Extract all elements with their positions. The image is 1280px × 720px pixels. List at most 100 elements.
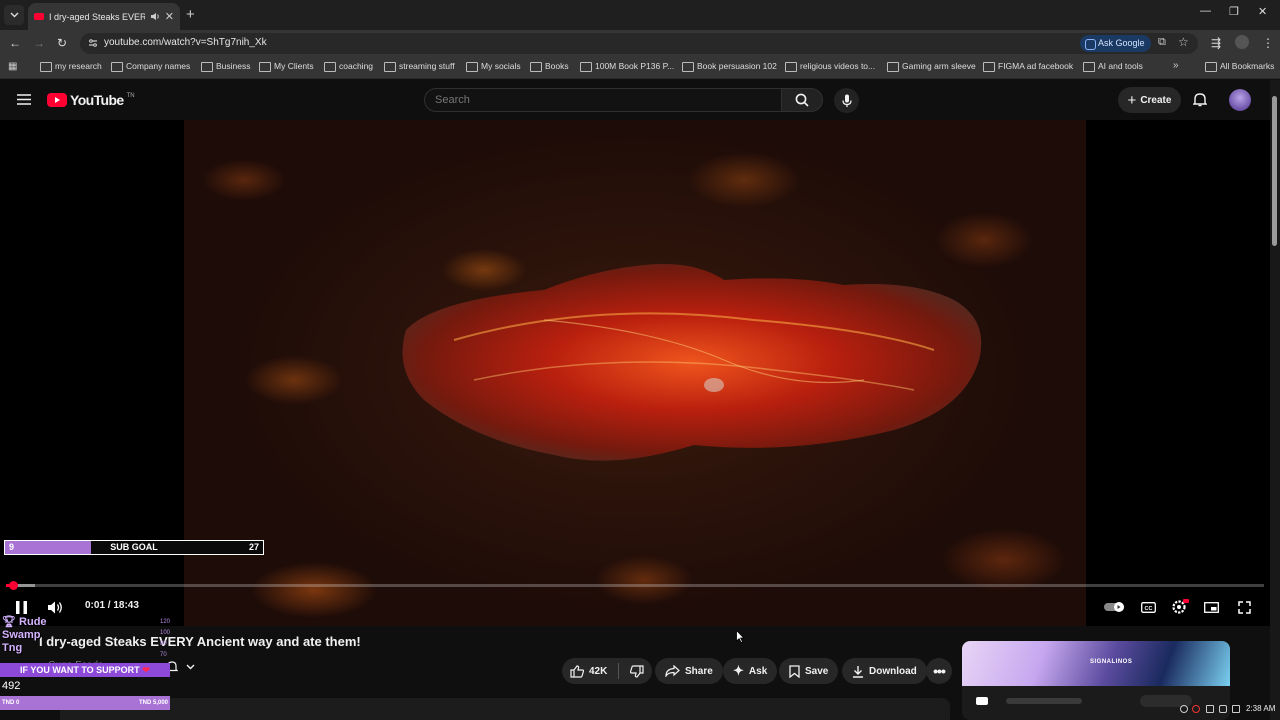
youtube-logo[interactable]: YouTube TN: [47, 92, 135, 108]
browser-toolbar: ← → ↻ youtube.com/watch?v=ShTg7nih_Xk As…: [0, 30, 1280, 56]
clock: 2:38 AM: [1246, 704, 1276, 713]
pause-button[interactable]: [12, 598, 30, 616]
close-window-icon[interactable]: ✕: [1258, 5, 1267, 18]
bookmark-item[interactable]: 100M Book P136 P...: [580, 61, 674, 72]
share-button[interactable]: Share: [655, 658, 723, 684]
steak-image: [402, 264, 982, 461]
video-player[interactable]: 9 SUB GOAL 27 0:01 / 18:43 CC: [0, 120, 1270, 626]
more-actions-button[interactable]: •••: [926, 658, 952, 684]
bookmark-item[interactable]: Books: [530, 61, 569, 72]
youtube-header: YouTube TN + Create: [0, 80, 1280, 120]
bookmark-item[interactable]: Gaming arm sleeve: [887, 61, 976, 72]
captions-button[interactable]: CC: [1139, 598, 1157, 616]
extensions-icon[interactable]: ⇶: [1211, 36, 1221, 50]
like-button[interactable]: 42K: [570, 664, 607, 678]
install-app-icon[interactable]: ⧉: [1158, 36, 1166, 49]
reload-icon[interactable]: ↻: [57, 36, 67, 50]
settings-button[interactable]: [1170, 598, 1190, 616]
all-bookmarks[interactable]: All Bookmarks: [1205, 61, 1274, 72]
bookmark-item[interactable]: my research: [40, 61, 102, 72]
fullscreen-button[interactable]: [1235, 598, 1253, 616]
notifications-bell-icon[interactable]: [1193, 92, 1207, 107]
tray-speaker-icon[interactable]: [1206, 705, 1214, 713]
scale-number: 100: [160, 630, 171, 636]
ask-google-button[interactable]: Ask Google: [1080, 35, 1151, 52]
site-info-icon[interactable]: [88, 38, 98, 48]
maximize-icon[interactable]: ❐: [1229, 5, 1239, 18]
bookmark-item[interactable]: Business: [201, 61, 251, 72]
ask-label: Ask: [748, 665, 768, 677]
video-title: I dry-aged Steaks EVERY Ancient way and …: [39, 634, 361, 649]
profile-avatar[interactable]: [1235, 35, 1249, 49]
bookmark-item[interactable]: My Clients: [259, 61, 314, 72]
new-tab-button[interactable]: +: [186, 6, 195, 23]
sparkle-icon: ✦: [733, 663, 744, 678]
sub-goal-target: 27: [248, 542, 259, 552]
bookmark-item[interactable]: coaching: [324, 61, 373, 72]
bookmarks-bar: ▦ my research Company names Business My …: [0, 56, 1280, 79]
create-label: Create: [1140, 94, 1172, 106]
bookmark-item[interactable]: My socials: [466, 61, 521, 72]
audio-playing-icon[interactable]: [150, 12, 160, 21]
bookmark-item[interactable]: Book persuasion 102: [682, 61, 777, 72]
back-arrow-icon[interactable]: ←: [9, 36, 21, 50]
tray-alert-icon[interactable]: [1192, 705, 1200, 713]
tab-title: I dry-aged Steaks EVERY An: [49, 11, 145, 22]
more-bookmarks-icon[interactable]: »: [1173, 60, 1179, 71]
forward-arrow-icon[interactable]: →: [33, 36, 45, 50]
bookmark-item[interactable]: streaming stuff: [384, 61, 455, 72]
hamburger-menu-icon[interactable]: [17, 94, 31, 105]
tray-status-icon[interactable]: [1180, 705, 1188, 713]
ask-button[interactable]: ✦ Ask: [723, 658, 778, 684]
browser-tab-active[interactable]: I dry-aged Steaks EVERY An ✕: [28, 3, 180, 30]
youtube-play-logo-icon: [47, 93, 67, 107]
ad-banner-image: SIGNALINOS: [962, 641, 1230, 686]
search-icon: [795, 93, 809, 107]
chevron-down-icon: [186, 664, 195, 669]
autoplay-toggle[interactable]: [1104, 598, 1126, 616]
ad-brand-logo: SIGNALINOS: [1090, 659, 1133, 665]
browser-tab-strip: I dry-aged Steaks EVERY An ✕ + — ❐ ✕: [0, 0, 1280, 30]
chevron-down-icon: [10, 12, 18, 18]
search-box: [424, 88, 782, 112]
subscribed-controls[interactable]: [166, 660, 195, 673]
scale-number: 120: [160, 619, 171, 625]
tab-search-button[interactable]: [4, 5, 24, 25]
apps-grid-icon[interactable]: ▦: [8, 61, 17, 72]
page-scrollbar-thumb[interactable]: [1272, 96, 1277, 246]
progress-bar[interactable]: [6, 581, 1264, 590]
captions-icon: CC: [1140, 601, 1156, 613]
volume-icon: [48, 601, 62, 613]
more-horizontal-icon: •••: [933, 663, 946, 679]
bookmark-item[interactable]: FIGMA ad facebook: [983, 61, 1073, 72]
region-code: TN: [126, 92, 135, 99]
account-avatar[interactable]: [1229, 89, 1251, 111]
goal-start: TND 0: [2, 700, 20, 706]
description-box[interactable]: [60, 698, 950, 720]
bookmark-item[interactable]: AI and tools: [1083, 61, 1143, 72]
bookmark-star-icon[interactable]: ☆: [1178, 35, 1189, 49]
download-button[interactable]: Download: [842, 658, 927, 684]
support-text: IF YOU WANT TO SUPPORT: [20, 665, 140, 675]
bookmark-item[interactable]: Company names: [111, 61, 190, 72]
volume-button[interactable]: [47, 598, 65, 616]
scrubber-handle[interactable]: [9, 581, 18, 590]
miniplayer-button[interactable]: [1202, 598, 1220, 616]
scale-number: 70: [160, 652, 167, 658]
sponsored-ad-card[interactable]: SIGNALINOS: [962, 641, 1230, 720]
save-button[interactable]: Save: [779, 658, 839, 684]
tray-headset-icon[interactable]: [1219, 705, 1227, 713]
tray-display-icon[interactable]: [1232, 705, 1240, 713]
minimize-icon[interactable]: —: [1200, 5, 1211, 17]
close-tab-icon[interactable]: ✕: [165, 10, 174, 23]
create-button[interactable]: + Create: [1118, 87, 1181, 113]
search-input[interactable]: [435, 94, 755, 106]
download-label: Download: [869, 665, 917, 677]
bookmark-item[interactable]: religious videos to...: [785, 61, 875, 72]
kebab-menu-icon[interactable]: ⋮: [1262, 36, 1274, 50]
voice-search-button[interactable]: [834, 88, 859, 113]
address-bar[interactable]: youtube.com/watch?v=ShTg7nih_Xk Ask Goog…: [80, 33, 1198, 54]
sub-goal-label: SUB GOAL: [110, 542, 158, 552]
thumbs-down-icon[interactable]: [630, 664, 644, 678]
search-button[interactable]: [781, 88, 823, 112]
